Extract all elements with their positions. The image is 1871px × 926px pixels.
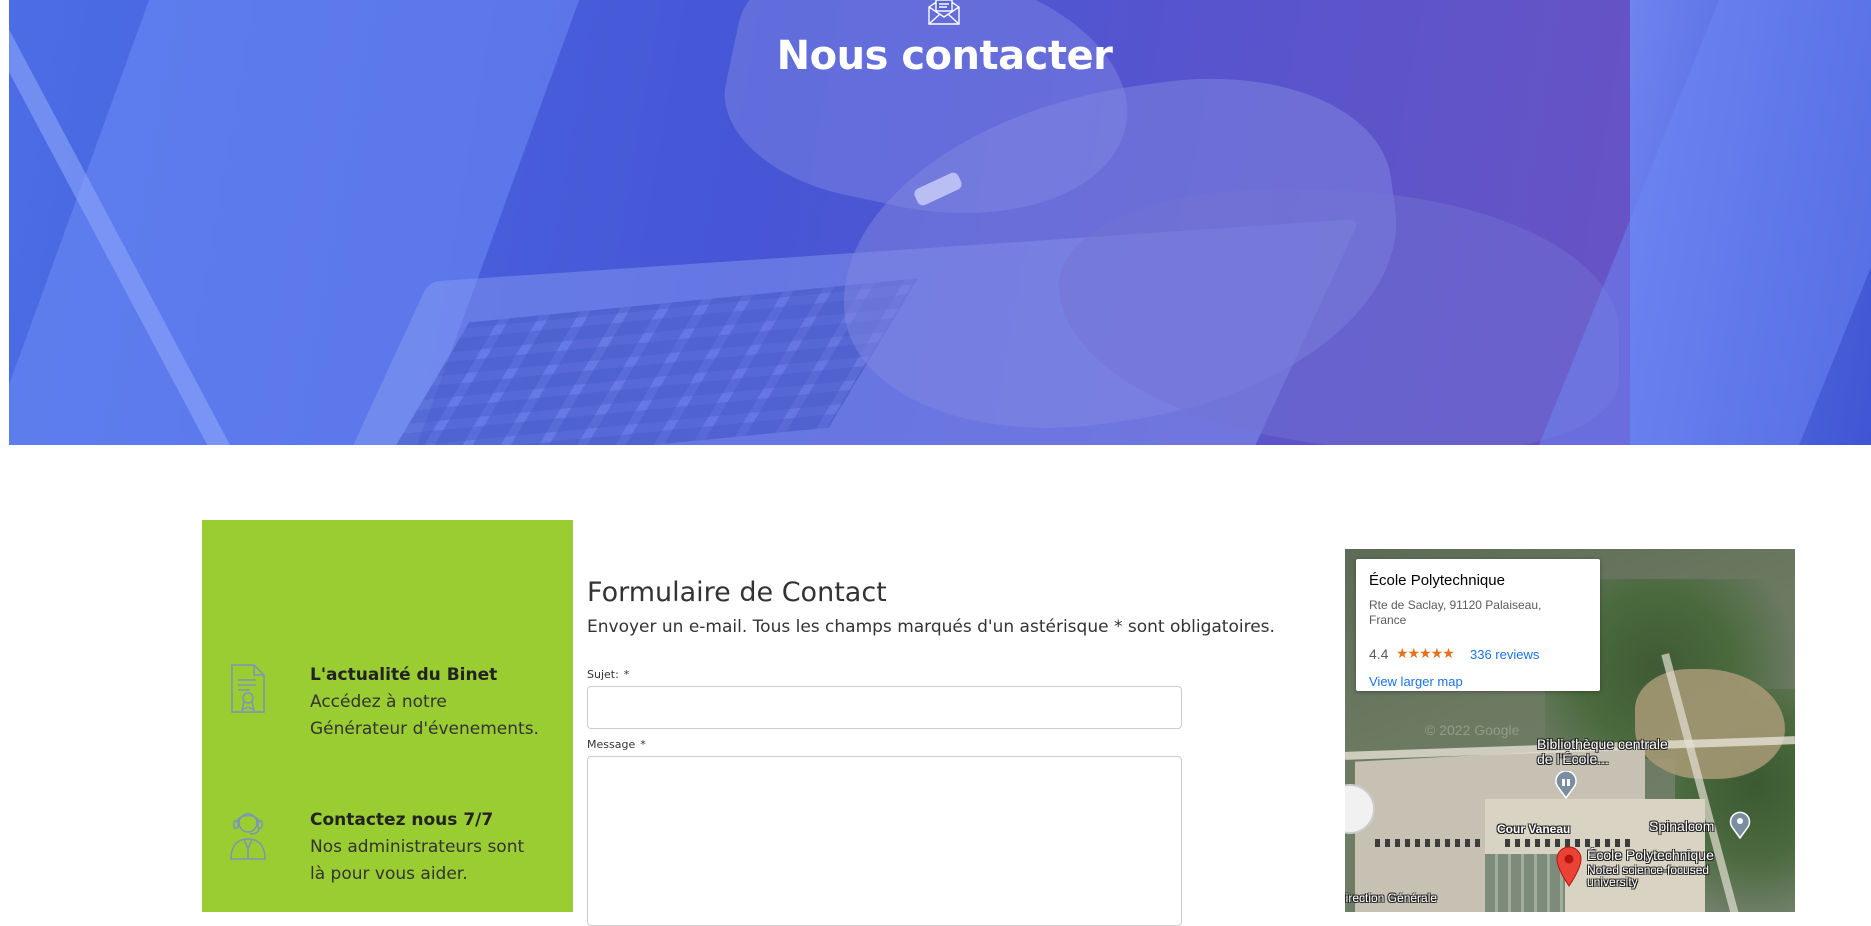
required-mark: * [640,738,646,751]
rating-stars-icon: ★★★★★ [1396,645,1455,661]
message-label-text: Message [587,738,636,751]
reviews-link[interactable]: 336 reviews [1470,647,1539,662]
form-title: Formulaire de Contact [587,577,887,608]
subject-label: Sujet: * [587,668,629,681]
form-subtitle: Envoyer un e-mail. Tous les champs marqu… [587,617,1275,637]
certificate-document-icon [231,664,265,713]
map-label-place[interactable]: École Polytechnique [1587,848,1714,863]
place-pin-icon[interactable] [1728,811,1752,839]
google-map[interactable]: © 2022 Google Bibliothèque centrale de l… [1345,549,1795,912]
place-name: École Polytechnique [1369,572,1505,589]
map-label-cour[interactable]: Cour Vaneau [1497,822,1570,837]
info-item-text: L'actualité du Binet Accédez à notre Gén… [310,662,540,743]
message-label: Message * [587,738,646,751]
info-item-title: Contactez nous 7/7 [310,810,494,830]
support-agent-icon [230,813,266,860]
required-mark: * [623,668,630,681]
place-rating: 4.4 [1369,646,1389,662]
place-address: Rte de Saclay, 91120 Palaiseau, France [1369,598,1542,627]
map-cars [1375,839,1485,847]
map-label-spinalcom[interactable]: Spinalcom [1649,819,1714,834]
library-pin-icon[interactable] [1553,771,1579,799]
location-pin-icon[interactable] [1555,845,1583,887]
info-item-title: L'actualité du Binet [310,665,498,685]
page-title: Nous contacter [776,33,1113,79]
place-info-card: École Polytechnique Rte de Saclay, 91120… [1356,559,1600,691]
envelope-letter-icon [928,0,960,25]
info-item-description: Accédez à notre Générateur d'évenements. [310,692,539,739]
info-panel: L'actualité du Binet Accédez à notre Gén… [202,520,573,912]
map-label-direction[interactable]: Direction Générale [1345,892,1437,904]
info-item-text: Contactez nous 7/7 Nos administrateurs s… [310,807,540,888]
subject-label-text: Sujet: [587,668,619,681]
message-textarea[interactable] [587,756,1182,926]
map-label-library[interactable]: Bibliothèque centrale de l'École... [1537,737,1687,767]
view-larger-map-link[interactable]: View larger map [1369,674,1463,689]
map-copyright: © 2022 Google [1425,722,1520,738]
subject-input[interactable] [587,686,1182,729]
info-item-description: Nos administrateurs sont là pour vous ai… [310,837,525,884]
map-label-place-desc: Noted science-focused university [1587,863,1710,889]
map-roof [1485,854,1565,912]
